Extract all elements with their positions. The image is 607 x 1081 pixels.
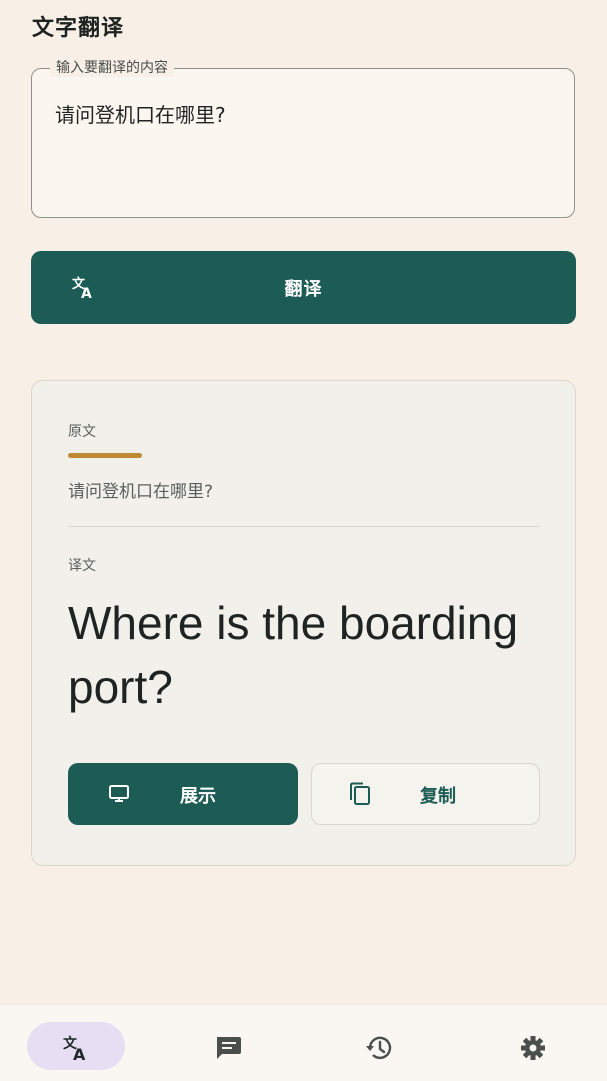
- source-text: 请问登机口在哪里?: [68, 482, 214, 502]
- divider: [68, 526, 540, 527]
- source-label: 原文: [68, 424, 96, 440]
- nav-item-chat[interactable]: [179, 1022, 277, 1070]
- nav-item-settings[interactable]: [484, 1022, 582, 1070]
- history-icon: [366, 1036, 392, 1060]
- nav-item-history[interactable]: [330, 1022, 428, 1070]
- translate-button[interactable]: 文 A 翻译: [31, 251, 576, 324]
- translate-input-field[interactable]: 输入要翻译的内容 请问登机口在哪里?: [31, 59, 575, 218]
- target-label: 译文: [68, 558, 96, 574]
- copy-button-label: 复制: [420, 786, 456, 807]
- translate-icon: 文 A: [63, 1035, 86, 1062]
- input-text[interactable]: 请问登机口在哪里?: [55, 99, 226, 128]
- bottom-nav: 文 A: [0, 1004, 607, 1081]
- settings-icon: [521, 1036, 545, 1060]
- translate-button-label: 翻译: [284, 279, 323, 300]
- result-card: 原文 请问登机口在哪里? 译文 Where is the boarding po…: [31, 380, 576, 866]
- target-text: Where is the boarding port?: [68, 597, 519, 713]
- show-button[interactable]: 展示: [68, 763, 298, 825]
- show-button-label: 展示: [180, 786, 216, 807]
- accent-bar: [68, 453, 142, 458]
- nav-item-translate[interactable]: 文 A: [27, 1022, 125, 1070]
- monitor-icon: [109, 785, 129, 802]
- copy-icon: [350, 782, 370, 805]
- input-legend: 输入要翻译的内容: [50, 59, 174, 77]
- copy-button[interactable]: 复制: [311, 763, 540, 825]
- page-title: 文字翻译: [32, 16, 125, 41]
- chat-icon: [217, 1037, 241, 1059]
- svg-text:A: A: [73, 1045, 86, 1062]
